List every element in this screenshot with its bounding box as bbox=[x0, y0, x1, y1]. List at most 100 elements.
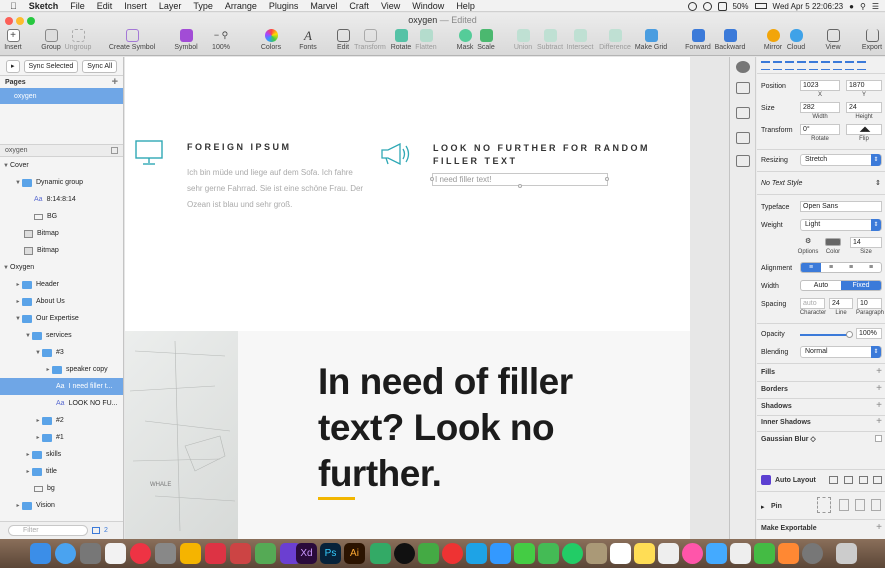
disclosure-icon[interactable]: ▸ bbox=[24, 451, 32, 458]
app-icon[interactable] bbox=[255, 543, 276, 564]
disclosure-icon[interactable]: ▸ bbox=[14, 281, 22, 288]
disclosure-icon[interactable]: ▸ bbox=[44, 366, 52, 373]
distribute-h-icon[interactable] bbox=[833, 60, 842, 70]
davinci-icon[interactable] bbox=[230, 543, 251, 564]
messages-icon[interactable] bbox=[490, 543, 511, 564]
align-top-icon[interactable] bbox=[797, 60, 806, 70]
insert-button[interactable]: + Insert bbox=[2, 29, 24, 55]
layer-our-expertise[interactable]: ▼ Our Expertise bbox=[0, 310, 123, 327]
user-icon[interactable]: ● bbox=[849, 2, 854, 11]
menu-arrange[interactable]: Arrange bbox=[225, 1, 257, 11]
collapse-icon[interactable] bbox=[111, 147, 118, 154]
layout-column-icon[interactable] bbox=[844, 476, 853, 484]
layer-bitmap[interactable]: Bitmap bbox=[0, 225, 123, 242]
view-button[interactable]: View bbox=[822, 29, 844, 55]
group-button[interactable]: Group bbox=[40, 29, 62, 55]
disclosure-icon[interactable]: ▸ bbox=[34, 417, 42, 424]
inner-shadows-section[interactable]: Inner Shadows bbox=[761, 419, 811, 426]
disclosure-icon[interactable]: ▸ bbox=[34, 434, 42, 441]
tidy-icon[interactable] bbox=[857, 60, 866, 70]
whatsapp-icon[interactable] bbox=[562, 543, 583, 564]
union-button[interactable]: Union bbox=[512, 29, 534, 55]
sketch-app-icon[interactable] bbox=[180, 543, 201, 564]
add-page-icon[interactable]: + bbox=[112, 76, 118, 88]
text-style-select[interactable]: No Text Style bbox=[761, 180, 802, 187]
layer-oxygen[interactable]: ▼ Oxygen bbox=[0, 259, 123, 276]
borders-section[interactable]: Borders bbox=[761, 386, 788, 393]
layer-look-no-further[interactable]: Aa LOOK NO FU... bbox=[0, 395, 123, 412]
system-preferences-icon[interactable] bbox=[802, 543, 823, 564]
gmail-icon[interactable] bbox=[442, 543, 463, 564]
menu-craft[interactable]: Craft bbox=[349, 1, 369, 11]
resize-handle[interactable] bbox=[518, 184, 522, 188]
trash-icon[interactable] bbox=[836, 543, 857, 564]
menu-insert[interactable]: Insert bbox=[124, 1, 147, 11]
safari-icon[interactable] bbox=[55, 543, 76, 564]
app-menu[interactable]: Sketch bbox=[29, 1, 59, 11]
apple-menu-icon[interactable]:  bbox=[10, 1, 17, 11]
layer-title[interactable]: ▸ title bbox=[0, 463, 123, 480]
battery-text[interactable]: 50% bbox=[733, 2, 749, 11]
transform-button[interactable]: Transform bbox=[354, 29, 386, 55]
layout-grid-icon[interactable] bbox=[873, 476, 882, 484]
menu-type[interactable]: Type bbox=[193, 1, 213, 11]
canvas[interactable]: FOREIGN IPSUM Ich bin müde und liege auf… bbox=[125, 57, 729, 539]
calendar-icon[interactable] bbox=[610, 543, 631, 564]
skype-icon[interactable] bbox=[466, 543, 487, 564]
width-fixed-option[interactable]: Fixed bbox=[841, 281, 881, 290]
disclosure-icon[interactable]: ▼ bbox=[24, 333, 32, 339]
disclosure-icon[interactable]: ▸ bbox=[14, 298, 22, 305]
page-item-oxygen[interactable]: oxygen bbox=[0, 88, 123, 104]
add-inner-shadow-icon[interactable]: + bbox=[876, 416, 882, 427]
disclosure-icon[interactable]: ▸ bbox=[14, 502, 22, 509]
resize-handle[interactable] bbox=[605, 177, 609, 181]
character-spacing-input[interactable]: auto bbox=[800, 298, 825, 309]
typeface-input[interactable]: Open Sans bbox=[800, 201, 882, 212]
app-icon[interactable] bbox=[586, 543, 607, 564]
layer-filler-text[interactable]: Aa I need filler t... bbox=[0, 378, 123, 395]
rotate-input[interactable]: 0° bbox=[800, 124, 840, 135]
add-export-icon[interactable]: + bbox=[876, 522, 882, 533]
play-button[interactable]: ▸ bbox=[6, 59, 20, 73]
datetime[interactable]: Wed Apr 5 22:06:23 bbox=[773, 2, 844, 11]
styles-icon[interactable] bbox=[736, 132, 750, 144]
layer-speaker-copy[interactable]: ▸ speaker copy bbox=[0, 361, 123, 378]
text-color-swatch[interactable] bbox=[825, 238, 841, 246]
disclosure-icon[interactable]: ▼ bbox=[34, 350, 42, 356]
line-spacing-input[interactable]: 24 bbox=[829, 298, 853, 309]
resize-handle[interactable] bbox=[430, 177, 434, 181]
rotate-button[interactable]: Rotate bbox=[390, 29, 412, 55]
text-align-center-icon[interactable]: ≡ bbox=[821, 263, 841, 272]
width-mode-control[interactable]: Auto Fixed bbox=[800, 280, 882, 291]
text-alignment-control[interactable]: ≡ ≡ ≡ ≡ bbox=[800, 262, 882, 273]
opacity-input[interactable]: 100% bbox=[856, 328, 882, 339]
sync-icon[interactable] bbox=[702, 1, 712, 11]
add-fill-icon[interactable]: + bbox=[876, 366, 882, 377]
flatten-button[interactable]: Flatten bbox=[414, 29, 438, 55]
position-y-input[interactable]: 1870 bbox=[846, 80, 882, 91]
menu-view[interactable]: View bbox=[381, 1, 400, 11]
position-x-input[interactable]: 1023 bbox=[800, 80, 840, 91]
disclosure-icon[interactable]: ▼ bbox=[2, 265, 10, 271]
shadows-section[interactable]: Shadows bbox=[761, 403, 792, 410]
layer-dynamic-group[interactable]: ▼ Dynamic group bbox=[0, 174, 123, 191]
fills-section[interactable]: Fills bbox=[761, 369, 775, 376]
scale-button[interactable]: Scale bbox=[476, 29, 496, 55]
disclosure-icon[interactable]: ▸ bbox=[24, 468, 32, 475]
menu-plugins[interactable]: Plugins bbox=[269, 1, 299, 11]
sketch-toolbox-icon[interactable] bbox=[205, 543, 226, 564]
layer-group-1[interactable]: ▸ #1 bbox=[0, 429, 123, 446]
facetime-alt-icon[interactable] bbox=[538, 543, 559, 564]
numbers-icon[interactable] bbox=[754, 543, 775, 564]
blending-select[interactable]: Normal ⇕ bbox=[800, 346, 882, 358]
pin-widget-icon[interactable] bbox=[817, 497, 831, 513]
weight-select[interactable]: Light ⇕ bbox=[800, 219, 882, 231]
distribute-v-icon[interactable] bbox=[845, 60, 854, 70]
chrome-icon[interactable] bbox=[130, 543, 151, 564]
add-border-icon[interactable]: + bbox=[876, 383, 882, 394]
spotlight-icon[interactable]: ⚲ bbox=[860, 2, 866, 11]
layer-group-2[interactable]: ▸ #2 bbox=[0, 412, 123, 429]
evernote-icon[interactable] bbox=[418, 543, 439, 564]
itunes-icon[interactable] bbox=[105, 543, 126, 564]
layer-group-3[interactable]: ▼ #3 bbox=[0, 344, 123, 361]
